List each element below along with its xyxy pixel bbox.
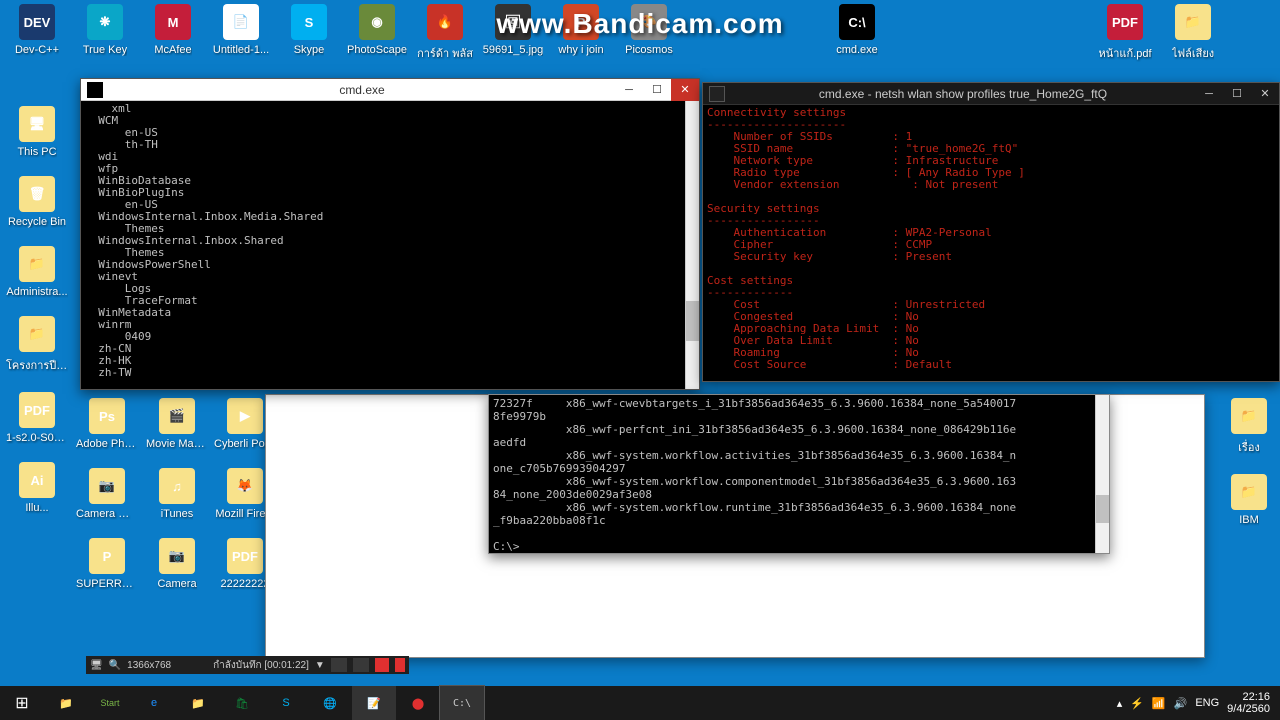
scrollbar[interactable] (685, 101, 699, 389)
desktop-icon[interactable]: PDFหน้าแก้.pdf (1094, 4, 1156, 62)
cmd3-content[interactable]: 72327f x86_wwf-cwevbtargets_i_31bf3856ad… (489, 395, 1109, 553)
cmd-window-1[interactable]: cmd.exe ─ ☐ ✕ xml WCM en-US th-TH wdi wf… (80, 78, 700, 390)
language-indicator[interactable]: ENG (1195, 697, 1219, 709)
clock-time[interactable]: 22:16 (1227, 691, 1270, 703)
desktop-icon[interactable]: 🎬Movie Maker (146, 398, 208, 450)
close-button[interactable]: ✕ (1251, 83, 1279, 105)
cmd-window-2[interactable]: cmd.exe - netsh wlan show profiles true_… (702, 82, 1280, 382)
desktop-icon[interactable]: 📁โครงการปี 56 ของร้องห้าหาม (6, 316, 68, 374)
desktop-icon[interactable]: 📁IBM (1218, 474, 1280, 526)
explorer-button[interactable]: 📁 (44, 686, 88, 720)
cmd-button[interactable]: C:\ (440, 686, 484, 720)
desktop-icons-col-left: 🖥This PC 🗑Recycle Bin 📁Administra... 📁โครงก… (6, 106, 68, 514)
desktop-icon[interactable]: PDF1-s2.0-S00... (6, 392, 68, 444)
desktop-icon[interactable]: DEVDev-C++ (6, 4, 68, 62)
minimize-button[interactable]: ─ (1195, 83, 1223, 105)
system-tray[interactable]: ▴ ⚡ 📶 🔊 ENG 22:16 9/4/2560 (1107, 691, 1280, 715)
maximize-button[interactable]: ☐ (643, 79, 671, 101)
desktop-icon[interactable]: ♫iTunes (146, 468, 208, 520)
cmd2-content[interactable]: Connectivity settings ------------------… (703, 105, 1279, 381)
cmd-icon (709, 86, 725, 102)
desktop-icon[interactable]: 📷Camera (146, 538, 208, 590)
desktop-icon[interactable]: SSkype (278, 4, 340, 62)
pen-button[interactable] (353, 658, 369, 672)
desktop-icon[interactable]: PsAdobe Photosh... (76, 398, 138, 450)
desktop-icon[interactable]: 📷Camera Mouse V... (76, 468, 138, 520)
desktop-icon[interactable]: AiIllu... (6, 462, 68, 514)
desktop-icon[interactable]: 📁เรื่อง (1218, 398, 1280, 456)
tray-arrow-icon[interactable]: ▴ (1117, 697, 1123, 710)
close-button[interactable]: ✕ (671, 79, 699, 101)
bandicam-watermark: www.Bandicam.com (496, 8, 783, 40)
desktop-icon[interactable]: ◉PhotoScape (346, 4, 408, 62)
desktop-icon[interactable]: C:\cmd.exe (826, 4, 888, 62)
monitor-icon: 🖥 (90, 660, 103, 671)
store-button[interactable]: 🛍 (220, 686, 264, 720)
bandicam-button[interactable]: ⬤ (396, 686, 440, 720)
network-icon[interactable]: 📶 (1152, 697, 1166, 710)
desktop-icons-col-3: 🎬Movie Maker ♫iTunes 📷Camera (146, 398, 208, 590)
maximize-button[interactable]: ☐ (1223, 83, 1251, 105)
desktop-icon[interactable]: 🗑Recycle Bin (6, 176, 68, 228)
cmd2-title: cmd.exe - netsh wlan show profiles true_… (731, 87, 1195, 101)
cmd1-title: cmd.exe (109, 83, 615, 97)
explorer2-button[interactable]: 📁 (176, 686, 220, 720)
cmd2-titlebar[interactable]: cmd.exe - netsh wlan show profiles true_… (703, 83, 1279, 105)
chrome-button[interactable]: 🌐 (308, 686, 352, 720)
desktop-icon[interactable]: 📁Administra... (6, 246, 68, 298)
skype-button[interactable]: S (264, 686, 308, 720)
scrollbar[interactable] (1095, 395, 1109, 553)
desktop-icons-col-right: 📁เรื่อง 📁IBM (1218, 398, 1280, 526)
taskbar[interactable]: ⊞ 📁 Start e 📁 🛍 S 🌐 📝 ⬤ C:\ ▴ ⚡ 📶 🔊 ENG … (0, 686, 1280, 720)
dropdown-icon[interactable]: ▼ (315, 660, 325, 671)
desktop-icon[interactable]: PSUPERRES... (76, 538, 138, 590)
start-screen-button[interactable]: Start (88, 686, 132, 720)
ie-button[interactable]: e (132, 686, 176, 720)
cmd1-titlebar[interactable]: cmd.exe ─ ☐ ✕ (81, 79, 699, 101)
power-icon[interactable]: ⚡ (1130, 697, 1144, 710)
desktop-icon[interactable]: MMcAfee (142, 4, 204, 62)
desktop-icon[interactable]: 📁ไฟล์เสียง (1162, 4, 1224, 62)
bandicam-control-bar[interactable]: 🖥 🔍 1366x768 กำลังบันทึก [00:01:22] ▼ (86, 656, 409, 674)
desktop-icon[interactable]: 📄Untitled-1... (210, 4, 272, 62)
volume-icon[interactable]: 🔊 (1174, 697, 1188, 710)
desktop-icons-col-2: PsAdobe Photosh... 📷Camera Mouse V... PSUP… (76, 398, 138, 590)
desktop-icon[interactable]: ❋True Key (74, 4, 136, 62)
desktop: www.Bandicam.com DEVDev-C++❋True KeyMMcA… (0, 0, 1280, 720)
desktop-icon[interactable]: 🔥การ์ด้า พลัส (414, 4, 476, 62)
cmd-icon (87, 82, 103, 98)
cmd-window-3[interactable]: 72327f x86_wwf-cwevbtargets_i_31bf3856ad… (488, 394, 1110, 554)
resolution-label: 1366x768 (127, 660, 171, 671)
cmd1-content[interactable]: xml WCM en-US th-TH wdi wfp WinBioDataba… (81, 101, 699, 389)
zoom-icon: 🔍 (109, 660, 121, 671)
clock-date[interactable]: 9/4/2560 (1227, 703, 1270, 715)
start-button[interactable]: ⊞ (0, 686, 44, 720)
record-button[interactable] (375, 658, 389, 672)
camera-button[interactable] (331, 658, 347, 672)
recording-status: กำลังบันทึก [00:01:22] (213, 658, 309, 673)
desktop-icon[interactable]: 🖥This PC (6, 106, 68, 158)
notepad-button[interactable]: 📝 (352, 686, 396, 720)
stop-button[interactable] (395, 658, 405, 672)
minimize-button[interactable]: ─ (615, 79, 643, 101)
